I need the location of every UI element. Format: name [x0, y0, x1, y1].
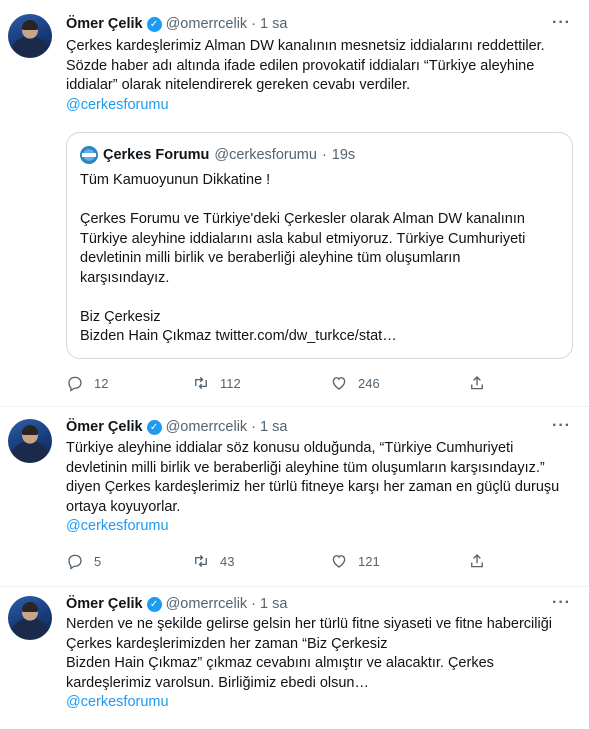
- tweet-text-line: Sözde haber adı altında ifade edilen pro…: [66, 57, 535, 74]
- share-icon: [471, 554, 483, 568]
- quoted-text-line: [80, 191, 560, 211]
- quoted-author-avatar: [80, 146, 98, 164]
- heart-icon: [332, 555, 346, 568]
- quoted-text-line: karşısındayız.: [80, 269, 170, 286]
- author-handle[interactable]: @omerrcelik: [166, 596, 248, 612]
- more-options-icon[interactable]: ···: [552, 14, 571, 32]
- quoted-text-line: devletinin milli birlik ve beraberliği a…: [80, 250, 461, 266]
- tweet[interactable]: Ömer Çelik ✓ @omerrcelik · 1 sa ··· Nerd…: [0, 587, 589, 729]
- tweet-header: Ömer Çelik ✓ @omerrcelik · 1 sa: [66, 594, 287, 614]
- tweet-text-line: devletinin milli birlik ve beraberliği a…: [66, 459, 545, 476]
- author-name[interactable]: Ömer Çelik: [66, 419, 143, 435]
- reply-count: 5: [94, 553, 102, 569]
- separator-dot: ·: [251, 16, 257, 32]
- like-count: 121: [358, 553, 380, 569]
- retweet-icon: [195, 376, 207, 390]
- tweet-text: Nerden ve ne şekilde gelirse gelsin her …: [66, 615, 576, 713]
- verified-badge-icon: ✓: [146, 596, 162, 612]
- quoted-text-line: Çerkes Forumu ve Türkiye'deki Çerkesler …: [80, 211, 525, 227]
- retweet-count: 43: [220, 553, 235, 569]
- quoted-tweet-text: Tüm Kamuoyunun Dikkatine ! Çerkes Forumu…: [80, 171, 560, 347]
- more-options-icon[interactable]: ···: [552, 594, 571, 612]
- tweet-text-line: Çerkes kardeşlerimizden her zaman “Biz Ç…: [66, 635, 388, 652]
- quoted-text-line: Bizden Hain Çıkmaz twitter.com/dw_turkce…: [80, 328, 397, 344]
- reply-button[interactable]: 5: [66, 552, 101, 570]
- heart-icon: [332, 377, 346, 390]
- like-count: 246: [358, 375, 380, 391]
- reply-icon: [68, 554, 82, 570]
- quoted-tweet[interactable]: Çerkes Forumu @cerkesforumu · 19s Tüm Ka…: [66, 132, 573, 359]
- like-button[interactable]: 121: [330, 552, 380, 570]
- tweet-text-line: iddialar” olarak nitelendirerek gereken …: [66, 77, 411, 93]
- verified-badge-icon: ✓: [146, 16, 162, 32]
- tweet-text-line: Çerkes kardeşlerimiz Alman DW kanalının …: [66, 38, 545, 54]
- tweet-time[interactable]: 1 sa: [260, 596, 287, 612]
- mention-link[interactable]: @cerkesforumu: [66, 517, 576, 537]
- tweet-text-line: ortaya koyuyorlar.: [66, 498, 181, 515]
- mention-link[interactable]: @cerkesforumu: [66, 693, 576, 713]
- author-handle[interactable]: @omerrcelik: [166, 419, 248, 435]
- like-button[interactable]: 246: [330, 374, 380, 392]
- quoted-author-name: Çerkes Forumu: [103, 147, 210, 163]
- quoted-text-line: Türkiye aleyhine iddialarını asla kabul …: [80, 230, 526, 247]
- author-name[interactable]: Ömer Çelik: [66, 16, 143, 32]
- quoted-text-line: Tüm Kamuoyunun Dikkatine !: [80, 172, 271, 188]
- tweet-text: Türkiye aleyhine iddialar söz konusu old…: [66, 439, 576, 537]
- quoted-text-line: [80, 288, 560, 308]
- retweet-button[interactable]: 112: [192, 374, 241, 392]
- tweet-text-line: kardeşlerimiz varolsun. Birliğimiz ebedi…: [66, 674, 369, 691]
- author-handle[interactable]: @omerrcelik: [166, 16, 248, 32]
- tweet-text-line: diyen Çerkes kardeşlerimiz her türlü fit…: [66, 479, 560, 495]
- avatar[interactable]: [8, 419, 52, 463]
- tweet-header: Ömer Çelik ✓ @omerrcelik · 1 sa: [66, 417, 287, 437]
- share-button[interactable]: [468, 374, 486, 392]
- share-icon: [471, 376, 483, 390]
- reply-button[interactable]: 12: [66, 374, 108, 392]
- reply-count: 12: [94, 375, 109, 391]
- separator-dot: ·: [321, 147, 327, 163]
- tweet-text-line: Türkiye aleyhine iddialar söz konusu old…: [66, 440, 514, 456]
- tweet-time[interactable]: 1 sa: [260, 16, 287, 32]
- tweet-header: Ömer Çelik ✓ @omerrcelik · 1 sa: [66, 14, 287, 34]
- mention-link[interactable]: @cerkesforumu: [66, 96, 576, 116]
- separator-dot: ·: [251, 419, 257, 435]
- tweet-text: Çerkes kardeşlerimiz Alman DW kanalının …: [66, 37, 576, 115]
- tweet-time[interactable]: 1 sa: [260, 419, 287, 435]
- tweet[interactable]: Ömer Çelik ✓ @omerrcelik · 1 sa ··· Türk…: [0, 407, 589, 587]
- quoted-tweet-time: 19s: [331, 147, 356, 163]
- author-name[interactable]: Ömer Çelik: [66, 596, 143, 612]
- avatar[interactable]: [8, 596, 52, 640]
- quoted-text-line: Biz Çerkesiz: [80, 308, 161, 325]
- retweet-count: 112: [220, 375, 241, 391]
- tweet[interactable]: Ömer Çelik ✓ @omerrcelik · 1 sa ··· Çerk…: [0, 0, 589, 407]
- tweet-text-line: Bizden Hain Çıkmaz” çıkmaz cevabını almı…: [66, 655, 494, 671]
- quoted-author-handle: @cerkesforumu: [214, 147, 317, 163]
- reply-icon: [68, 376, 82, 392]
- more-options-icon[interactable]: ···: [552, 417, 571, 435]
- avatar[interactable]: [8, 14, 52, 58]
- separator-dot: ·: [251, 596, 257, 612]
- tweet-text-line: Nerden ve ne şekilde gelirse gelsin her …: [66, 616, 553, 632]
- retweet-button[interactable]: 43: [192, 552, 234, 570]
- retweet-icon: [195, 554, 207, 568]
- verified-badge-icon: ✓: [146, 419, 162, 435]
- share-button[interactable]: [468, 552, 486, 570]
- quoted-tweet-header: Çerkes Forumu @cerkesforumu · 19s: [80, 145, 355, 165]
